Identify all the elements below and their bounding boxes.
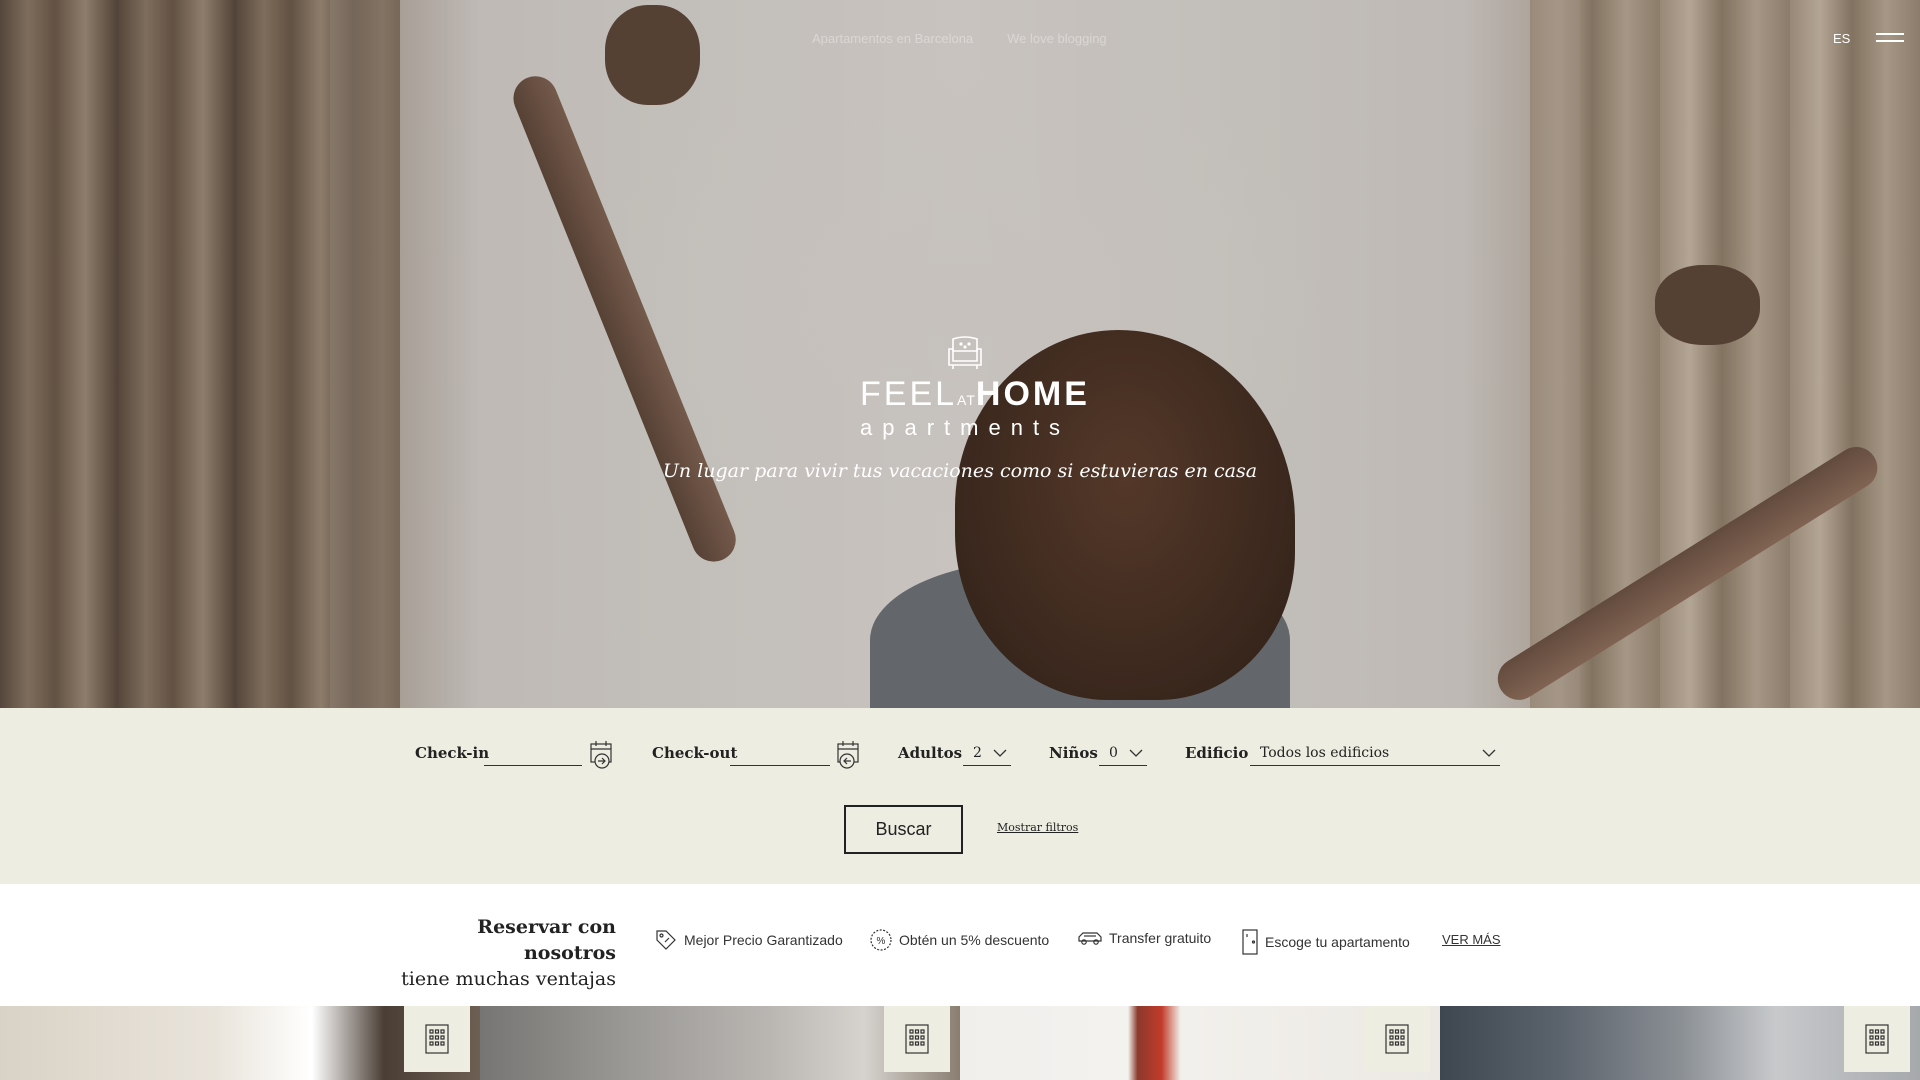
price-tag-icon bbox=[656, 930, 676, 950]
adults-select[interactable]: 2 bbox=[963, 744, 1011, 766]
see-more-link[interactable]: VER MÁS bbox=[1442, 932, 1501, 947]
hero-banner: Apartamentos en Barcelona We love bloggi… bbox=[0, 0, 1920, 708]
discount-icon: % bbox=[870, 929, 892, 951]
adults-value: 2 bbox=[973, 745, 982, 761]
apartment-card-badge bbox=[1364, 1006, 1430, 1072]
logo-subtext: apartments bbox=[860, 415, 1071, 440]
logo-text: FEELATHOME bbox=[860, 375, 1087, 417]
building-select[interactable]: Todos los edificios bbox=[1250, 744, 1500, 766]
hamburger-menu-icon[interactable] bbox=[1876, 33, 1904, 47]
advantage-discount: % Obtén un 5% descuento bbox=[869, 928, 1049, 952]
nav-link-blog[interactable]: We love blogging bbox=[1007, 31, 1107, 46]
children-select[interactable]: 0 bbox=[1099, 744, 1147, 766]
advantage-label: Escoge tu apartamento bbox=[1265, 934, 1410, 950]
advantage-transfer: Transfer gratuito bbox=[1077, 928, 1211, 948]
chevron-down-icon bbox=[1482, 749, 1496, 757]
building-value: Todos los edificios bbox=[1260, 745, 1390, 761]
top-nav: Apartamentos en Barcelona We love bloggi… bbox=[812, 31, 1107, 46]
building-icon bbox=[905, 1024, 929, 1054]
calendar-checkin-icon[interactable] bbox=[589, 740, 615, 770]
language-selector[interactable]: ES bbox=[1833, 31, 1850, 46]
apartment-card[interactable] bbox=[0, 1006, 480, 1080]
checkin-label: Check-in bbox=[415, 744, 490, 762]
advantage-label: Mejor Precio Garantizado bbox=[684, 932, 843, 948]
checkin-input[interactable] bbox=[484, 742, 582, 766]
apartment-card[interactable] bbox=[1440, 1006, 1920, 1080]
hero-tagline: Un lugar para vivir tus vacaciones como … bbox=[662, 460, 1258, 482]
children-value: 0 bbox=[1109, 745, 1118, 761]
car-icon bbox=[1078, 932, 1102, 945]
advantage-best-price: Mejor Precio Garantizado bbox=[654, 928, 843, 952]
logo-word-at: AT bbox=[957, 392, 976, 408]
brand-logo[interactable]: FEELATHOME apartments bbox=[860, 335, 1087, 440]
booking-search-bar bbox=[0, 708, 1920, 884]
apartment-card[interactable] bbox=[480, 1006, 960, 1080]
chevron-down-icon bbox=[1129, 749, 1143, 757]
door-icon bbox=[1242, 929, 1258, 955]
advantages-title-line1: Reservar con nosotros bbox=[477, 916, 616, 964]
advantages-title: Reservar con nosotros tiene muchas venta… bbox=[380, 914, 616, 992]
apartment-card-badge bbox=[404, 1006, 470, 1072]
checkout-input[interactable] bbox=[730, 742, 830, 766]
building-icon bbox=[425, 1024, 449, 1054]
advantage-label: Transfer gratuito bbox=[1109, 930, 1212, 946]
apartment-card-badge bbox=[884, 1006, 950, 1072]
advantages-title-line2: tiene muchas ventajas bbox=[401, 968, 616, 990]
advantage-choose-apartment: Escoge tu apartamento bbox=[1241, 928, 1410, 956]
logo-word-home: HOME bbox=[975, 375, 1090, 413]
armchair-icon bbox=[948, 336, 982, 369]
nav-link-apartments[interactable]: Apartamentos en Barcelona bbox=[812, 31, 973, 46]
logo-word-feel: FEEL bbox=[860, 375, 958, 413]
advantage-label: Obtén un 5% descuento bbox=[899, 932, 1050, 948]
children-label: Niños bbox=[1049, 744, 1098, 762]
svg-text:%: % bbox=[877, 936, 886, 947]
search-button[interactable]: Buscar bbox=[844, 805, 963, 854]
calendar-checkout-icon[interactable] bbox=[836, 740, 862, 770]
apartment-card-badge bbox=[1844, 1006, 1910, 1072]
adults-label: Adultos bbox=[898, 744, 963, 762]
checkout-label: Check-out bbox=[652, 744, 738, 762]
apartment-card[interactable] bbox=[960, 1006, 1440, 1080]
show-filters-link[interactable]: Mostrar filtros bbox=[997, 821, 1078, 834]
building-label: Edificio bbox=[1185, 744, 1249, 762]
building-icon bbox=[1865, 1024, 1889, 1054]
chevron-down-icon bbox=[993, 749, 1007, 757]
building-icon bbox=[1385, 1024, 1409, 1054]
